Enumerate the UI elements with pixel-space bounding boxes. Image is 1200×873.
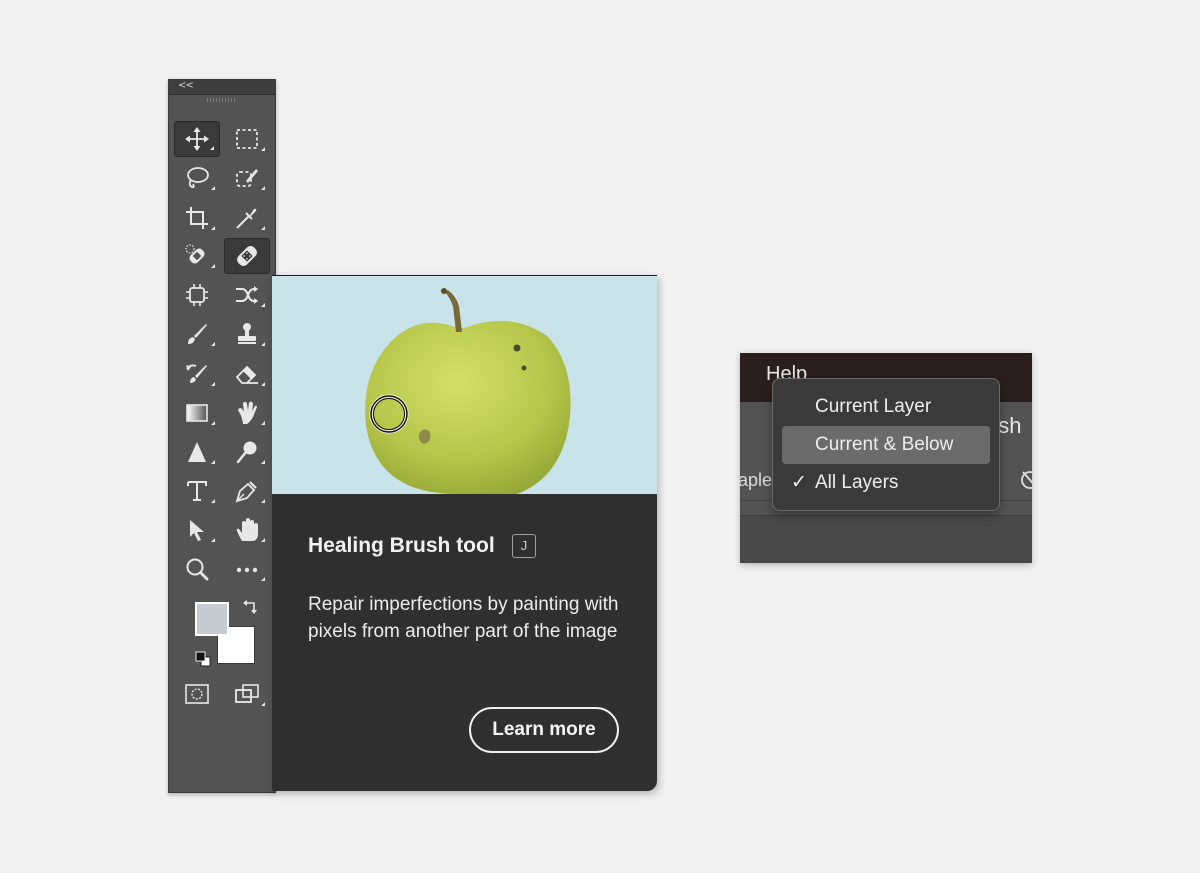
ignore-adjustment-layers-icon[interactable] [1018,467,1032,491]
tools-panel: << [168,79,276,793]
tooltip-description: Repair imperfections by painting with pi… [308,594,619,642]
healing-brush-tool[interactable] [224,238,270,274]
quick-mask-button[interactable] [174,676,220,712]
foreground-color-swatch[interactable] [195,602,229,636]
generative-fill-tool[interactable] [174,277,220,313]
brush-icon [188,324,207,344]
content-aware-move-tool[interactable] [224,277,270,313]
dodge-tool[interactable] [224,434,270,470]
tooltip-title: Healing Brush tool [308,534,495,557]
tool-group-indicator [211,186,215,190]
menu-item-all-layers[interactable]: ✓ All Layers [782,464,990,502]
hand-tool[interactable] [224,512,270,548]
clone-stamp-tool[interactable] [224,316,270,352]
rich-tooltip: Healing Brush tool J Repair imperfection… [272,275,657,791]
crop-icon [186,207,208,229]
eyedropper-icon [236,208,257,229]
shuffle-icon [236,286,258,304]
eyedropper-tool[interactable] [224,200,270,236]
frame-chip-icon [186,284,208,306]
menu-item-current-and-below[interactable]: Current & Below [782,426,990,464]
dodge-icon [236,441,257,464]
eraser-tool[interactable] [224,356,270,392]
tool-group-indicator [261,499,265,503]
panel-grip[interactable] [207,98,237,102]
shortcut-key-badge: J [512,534,536,558]
tool-group-indicator [211,499,215,503]
rectangular-marquee-icon [236,129,258,149]
sample-layers-dropdown-screenshot: Help osh aple Current Layer Current & Be… [740,353,1032,563]
pen-icon [235,481,257,503]
tool-group-indicator [261,382,265,386]
tool-group-indicator [210,146,214,150]
more-icon [236,567,258,573]
tool-group-indicator [211,342,215,346]
hand-icon [236,518,258,541]
healing-brush-icon [237,246,257,266]
sample-dropdown-menu: Current Layer Current & Below ✓ All Laye… [772,378,1000,511]
swap-colors-icon[interactable] [241,598,259,616]
pen-tool[interactable] [224,473,270,509]
check-icon: ✓ [791,472,807,493]
tool-group-indicator [261,538,265,542]
move-icon [185,127,209,151]
collapse-panel-icon[interactable]: << [178,79,194,93]
lasso-icon [187,167,209,189]
lasso-tool[interactable] [174,160,220,196]
tool-group-indicator [261,460,265,464]
menu-item-label: Current & Below [815,434,954,455]
tool-group-indicator [261,421,265,425]
tool-group-indicator [261,702,265,706]
spot-healing-icon [185,244,205,264]
quick-mask-icon [185,684,209,704]
gradient-icon [186,404,208,422]
arrow-icon [190,520,204,541]
tool-group-indicator [261,226,265,230]
tool-group-indicator [211,460,215,464]
apple-image [365,288,571,494]
default-colors-icon[interactable] [195,651,211,667]
history-brush-tool[interactable] [174,356,220,392]
object-selection-icon [236,169,258,187]
type-icon [187,481,207,501]
rectangular-marquee-tool[interactable] [224,121,270,157]
triangle-icon [188,442,206,462]
tool-group-indicator [211,226,215,230]
learn-more-button[interactable]: Learn more [469,707,619,753]
crop-tool[interactable] [174,200,220,236]
eraser-icon [235,365,258,384]
gradient-tool[interactable] [174,395,220,431]
move-tool[interactable] [174,121,220,157]
spot-healing-tool[interactable] [174,238,220,274]
more-tools[interactable] [224,551,270,587]
tool-group-indicator [261,342,265,346]
tool-group-indicator [211,538,215,542]
tools-panel-header[interactable]: << [169,80,275,95]
smudge-tool[interactable] [224,395,270,431]
smudge-icon [238,401,257,424]
screen-mode-button[interactable] [224,676,270,712]
path-selection-tool[interactable] [174,512,220,548]
tool-group-indicator [211,421,215,425]
stamp-icon [238,323,256,344]
tool-group-indicator [261,303,265,307]
zoom-tool[interactable] [174,551,220,587]
zoom-icon [186,558,209,581]
menu-item-label: All Layers [815,472,899,493]
history-brush-icon [186,364,207,383]
tool-group-indicator [261,147,265,151]
menu-item-current-layer[interactable]: Current Layer [782,388,990,426]
menu-item-label: Current Layer [815,396,932,417]
tool-group-indicator [211,264,215,268]
object-selection-tool[interactable] [224,160,270,196]
blur-tool[interactable] [174,434,220,470]
type-tool[interactable] [174,473,220,509]
screen-mode-icon [235,684,259,703]
tooltip-preview-image [272,276,657,494]
tool-group-indicator [261,577,265,581]
tool-group-indicator [211,382,215,386]
tool-group-indicator [261,186,265,190]
sample-label: aple [740,470,773,490]
brush-tool[interactable] [174,316,220,352]
